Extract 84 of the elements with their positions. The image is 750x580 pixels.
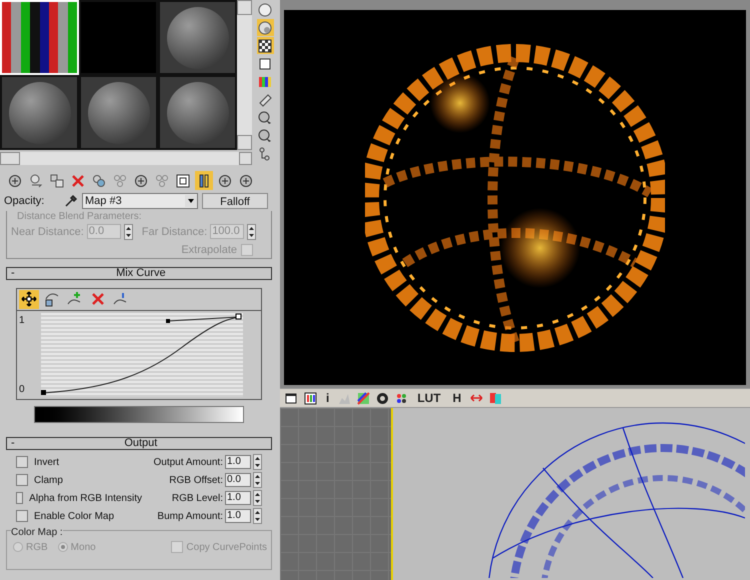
amount-label: Output Amount:: [154, 456, 223, 470]
editor-tool-button[interactable]: [195, 171, 213, 190]
ring-icon[interactable]: [376, 392, 390, 404]
map-type-button[interactable]: Falloff: [202, 193, 268, 210]
amount-label: RGB Level:: [172, 492, 223, 506]
spinner-icon[interactable]: [253, 508, 262, 524]
horizontal-scrollbar[interactable]: [0, 152, 252, 165]
option-label: Clamp: [34, 474, 63, 488]
collapse-toggle[interactable]: -: [11, 438, 15, 448]
circles-icon: [113, 174, 127, 188]
curve-icon: [113, 291, 129, 307]
move-icon: [21, 291, 37, 307]
scale-icon: [44, 291, 60, 307]
map-dropdown[interactable]: Map #3: [82, 193, 198, 210]
radio-label: RGB: [26, 540, 48, 554]
option-label: Enable Color Map: [34, 510, 114, 524]
rollout-header[interactable]: - Mix Curve: [6, 266, 272, 280]
material-slot[interactable]: [158, 0, 237, 75]
material-slot[interactable]: [79, 75, 158, 150]
toolbar-button[interactable]: LUT: [414, 392, 444, 404]
checkbox[interactable]: [171, 541, 184, 553]
bars-icon: [197, 174, 211, 188]
spinner-icon[interactable]: [124, 224, 133, 240]
sphere-icon: [257, 20, 273, 36]
vertical-scrollbar[interactable]: [237, 0, 252, 150]
toolbar-button[interactable]: i: [323, 392, 332, 404]
copy-curvepoints-label: Copy CurvePoints: [186, 540, 267, 554]
delete-icon: [90, 291, 106, 307]
sample-tool-button[interactable]: [256, 1, 274, 18]
amount-field[interactable]: 1.0: [225, 491, 251, 505]
extrapolate-label: Extrapolate: [181, 243, 237, 258]
group-title: Color Map :: [11, 524, 63, 540]
option-label: Invert: [34, 456, 60, 470]
dots-icon[interactable]: [395, 392, 408, 404]
curve-tool-button[interactable]: [19, 290, 39, 308]
checkbox[interactable]: [241, 244, 253, 256]
rollout-title: Distance Blend Parameters:: [17, 210, 143, 222]
squares-icon: [50, 174, 64, 188]
sphere-icon: [257, 2, 273, 18]
axis-max-label: 1: [19, 314, 26, 328]
spinner-icon[interactable]: [253, 454, 262, 470]
amount-label: Bump Amount:: [157, 510, 223, 524]
circles-icon: [155, 174, 169, 188]
rollout-title: Output: [123, 438, 158, 448]
material-slot[interactable]: [0, 75, 79, 150]
radio-button[interactable]: [58, 542, 68, 552]
spinner-icon[interactable]: [247, 224, 256, 240]
radio-button[interactable]: [13, 542, 23, 552]
option-label: Alpha from RGB Intensity: [29, 492, 142, 506]
ruler-icon: [257, 92, 273, 108]
sample-tool-button[interactable]: [256, 37, 274, 54]
toolbar-button[interactable]: H: [450, 392, 464, 404]
radio-label: Mono: [70, 540, 96, 554]
frame-icon: [176, 174, 190, 188]
amount-field[interactable]: 1.0: [225, 509, 251, 523]
checkbox[interactable]: [16, 474, 28, 486]
amount-field[interactable]: 1.0: [225, 455, 251, 469]
eyedropper-icon[interactable]: [64, 194, 78, 208]
checkbox[interactable]: [16, 492, 24, 504]
swatch-icon[interactable]: [489, 392, 502, 404]
checkbox[interactable]: [16, 456, 28, 468]
arrows-icon[interactable]: [470, 392, 484, 404]
spinner-icon[interactable]: [253, 490, 262, 506]
channels-icon[interactable]: [304, 392, 317, 404]
rollout-title: Mix Curve: [115, 268, 167, 278]
near-distance-label: Near Distance:: [11, 224, 84, 240]
square-icon: [257, 56, 273, 72]
gradient-icon[interactable]: [357, 392, 370, 404]
checker-icon: [257, 38, 273, 54]
axis-min-label: 0: [19, 382, 26, 396]
far-distance-label: Far Distance:: [142, 224, 208, 240]
window-icon[interactable]: [285, 392, 298, 404]
map-label: Opacity:: [4, 194, 46, 209]
collapse-toggle[interactable]: -: [11, 268, 15, 278]
spinner-icon[interactable]: [253, 472, 262, 488]
sample-tool-button[interactable]: [256, 19, 274, 36]
rollout-header[interactable]: - Output: [6, 436, 272, 450]
material-slot[interactable]: [158, 75, 237, 150]
delete-icon: [71, 174, 85, 188]
amount-label: RGB Offset:: [169, 474, 223, 488]
amount-field[interactable]: 0.0: [225, 473, 251, 487]
circles-icon: [92, 174, 106, 188]
add-point-icon: [67, 291, 83, 307]
checkbox[interactable]: [16, 510, 28, 522]
